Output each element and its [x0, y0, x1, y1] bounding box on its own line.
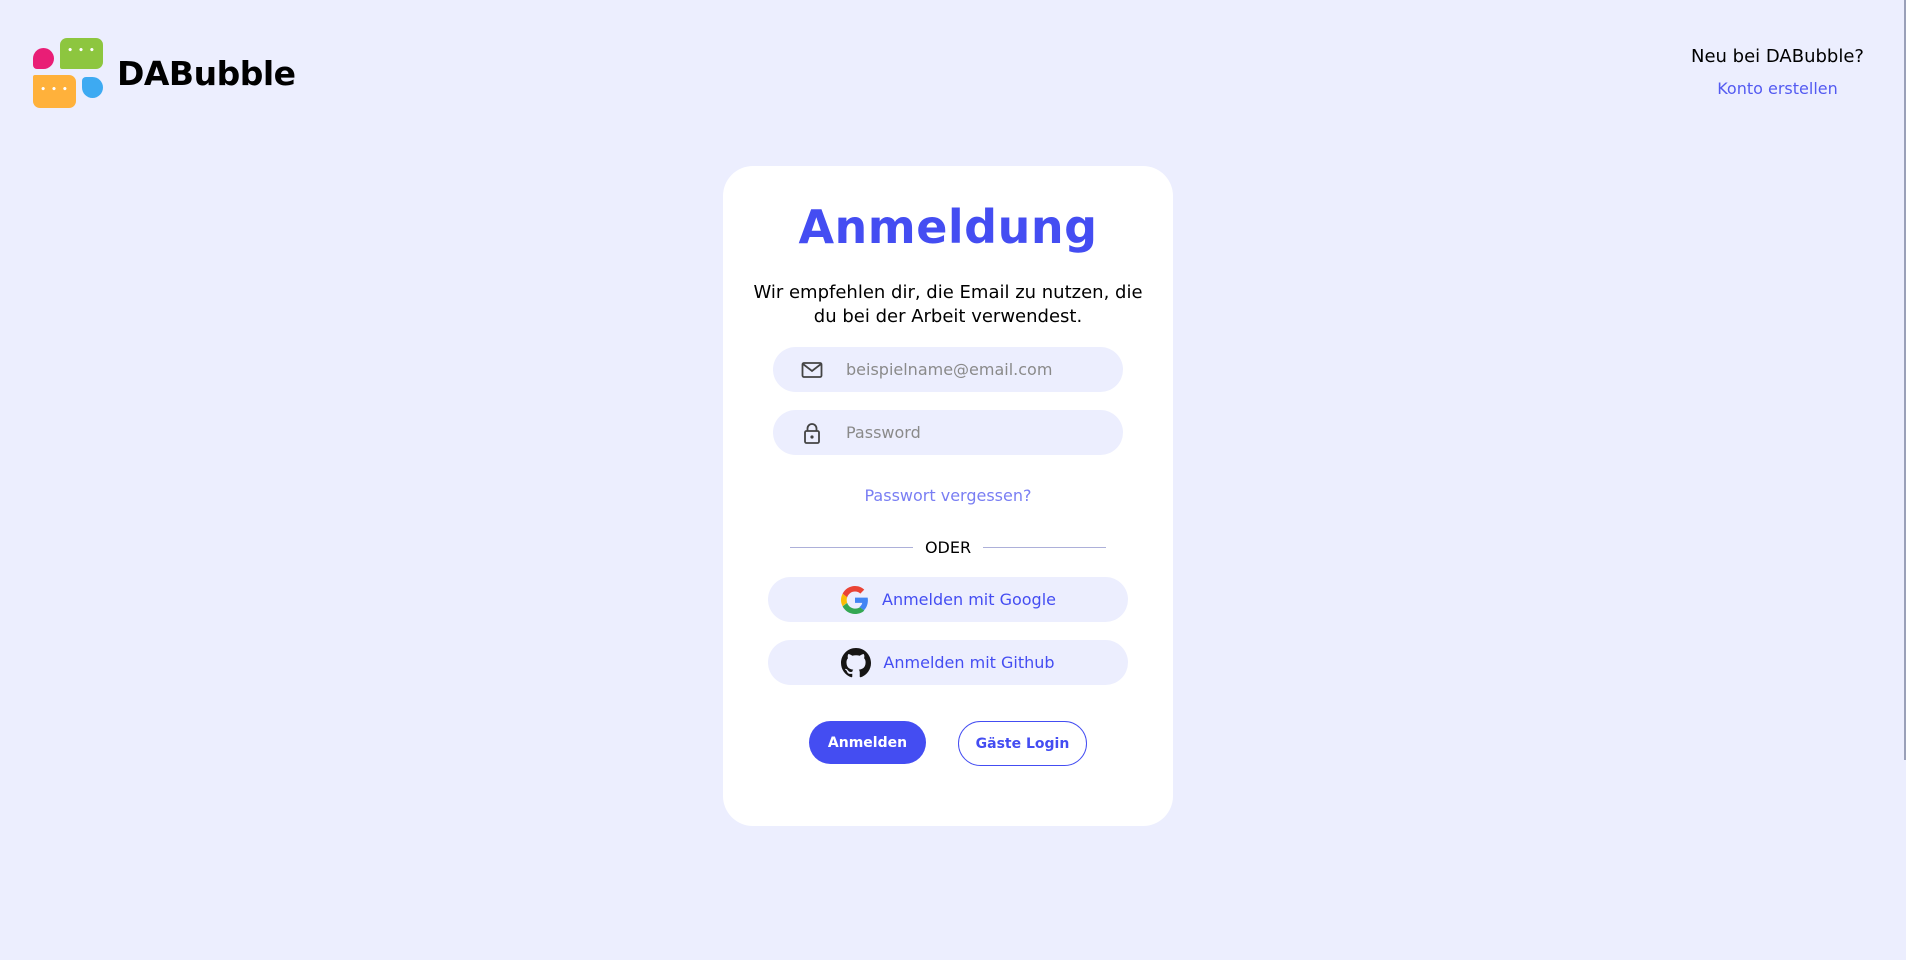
login-card: Anmeldung Wir empfehlen dir, die Email z… — [723, 166, 1173, 826]
github-icon — [841, 647, 872, 678]
email-field-wrapper — [773, 347, 1123, 392]
password-field-wrapper — [773, 410, 1123, 455]
signup-question: Neu bei DABubble? — [1691, 46, 1864, 67]
dabubble-logo-icon: • • • • • • — [33, 38, 103, 108]
google-icon — [840, 585, 870, 615]
page-title: Anmeldung — [798, 200, 1098, 254]
login-button[interactable]: Anmelden — [809, 721, 926, 764]
forgot-password-link[interactable]: Passwort vergessen? — [723, 486, 1173, 505]
brand-logo: • • • • • • DABubble — [33, 38, 296, 108]
google-login-label: Anmelden mit Google — [882, 590, 1056, 609]
github-login-label: Anmelden mit Github — [883, 653, 1055, 672]
divider-line-left — [790, 547, 913, 548]
logo-blue-bubble — [82, 77, 103, 98]
divider-text: ODER — [924, 538, 972, 557]
create-account-link[interactable]: Konto erstellen — [1717, 79, 1838, 98]
signup-section: Neu bei DABubble? Konto erstellen — [1691, 46, 1864, 98]
login-subtitle: Wir empfehlen dir, die Email zu nutzen, … — [753, 282, 1143, 327]
logo-green-bubble: • • • — [60, 38, 103, 69]
logo-pink-bubble — [33, 48, 54, 69]
logo-orange-bubble: • • • — [33, 75, 76, 108]
password-input[interactable] — [846, 423, 1096, 442]
lock-icon — [800, 421, 824, 445]
email-input[interactable] — [846, 360, 1096, 379]
or-divider: ODER — [790, 538, 1107, 557]
divider-line-right — [983, 547, 1107, 548]
login-page: • • • • • • DABubble Neu bei DABubble? K… — [0, 0, 1906, 960]
brand-name: DABubble — [117, 53, 296, 93]
github-login-button[interactable]: Anmelden mit Github — [768, 640, 1128, 685]
google-login-button[interactable]: Anmelden mit Google — [768, 577, 1128, 622]
mail-icon — [800, 358, 824, 382]
guest-login-button[interactable]: Gäste Login — [958, 721, 1087, 766]
